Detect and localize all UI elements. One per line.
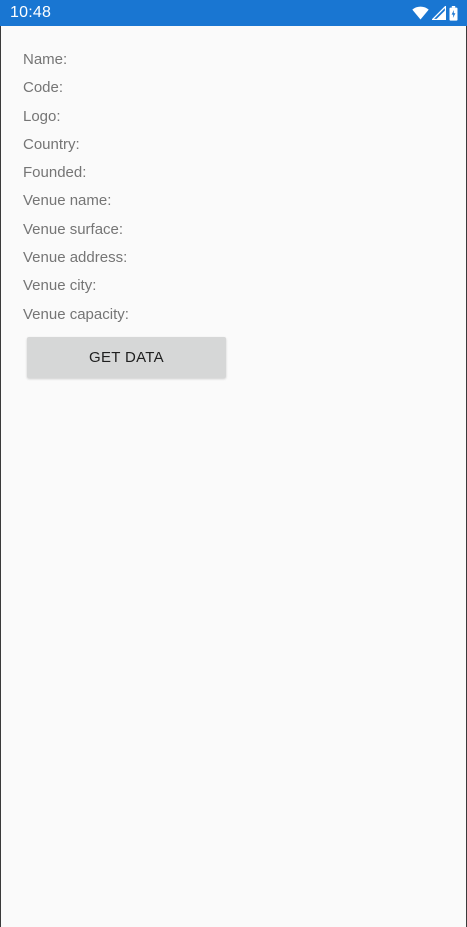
country-label: Country: bbox=[23, 135, 80, 153]
wifi-icon bbox=[412, 6, 429, 20]
venue-capacity-label: Venue capacity: bbox=[23, 305, 129, 323]
cell-signal-icon bbox=[432, 6, 446, 20]
venue-address-label: Venue address: bbox=[23, 249, 128, 267]
venue-city-label: Venue city: bbox=[23, 277, 97, 295]
status-bar: 10:48 bbox=[0, 0, 467, 26]
status-time: 10:48 bbox=[10, 4, 52, 21]
founded-label: Founded: bbox=[23, 164, 87, 182]
name-label: Name: bbox=[23, 51, 68, 68]
venue-surface-label: Venue surface: bbox=[23, 220, 124, 238]
get-data-button[interactable]: GET DATA bbox=[27, 337, 226, 378]
battery-icon bbox=[449, 5, 458, 21]
team-info-form: Name: Code: Logo: Country: Founded: Venu… bbox=[23, 48, 129, 331]
code-label: Code: bbox=[23, 79, 64, 97]
logo-label: Logo: bbox=[23, 107, 61, 125]
status-icons bbox=[412, 5, 458, 21]
venue-name-label: Venue name: bbox=[23, 192, 112, 210]
screen-left-edge bbox=[0, 26, 1, 927]
app-screen: 10:48 Name: Code: Logo: Country: Founded… bbox=[0, 0, 467, 927]
